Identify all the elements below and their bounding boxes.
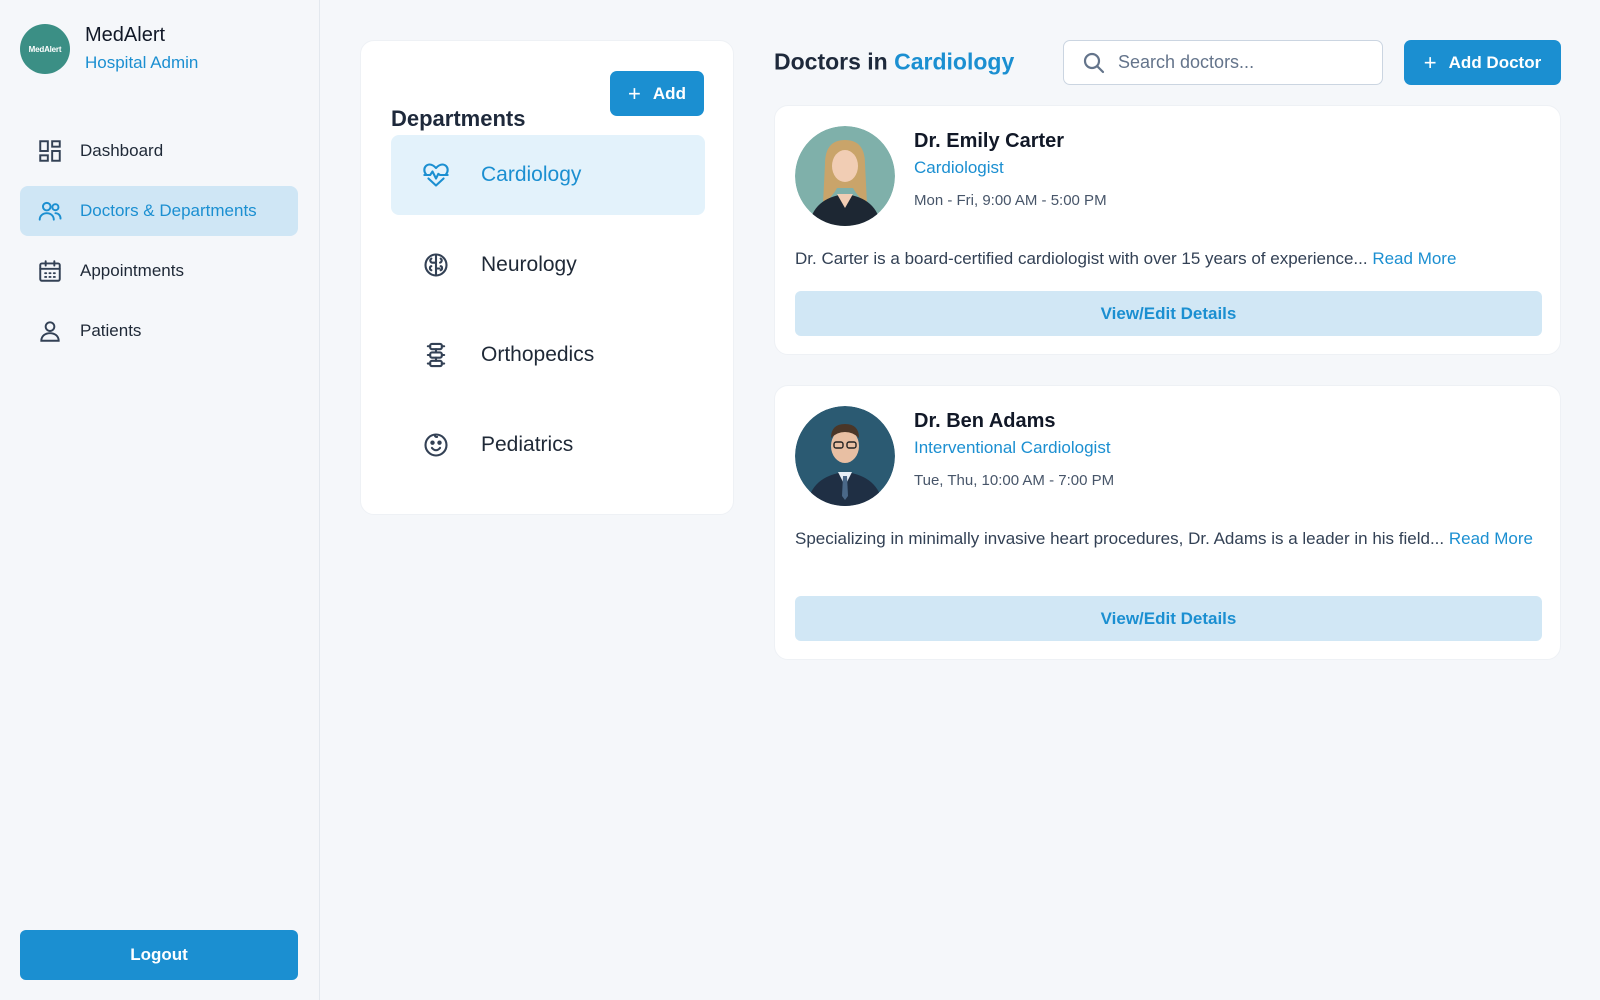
brand-name: MedAlert (85, 24, 166, 46)
doctor-hours: Mon - Fri, 9:00 AM - 5:00 PM (914, 192, 1107, 209)
department-label: Neurology (481, 253, 577, 276)
department-label: Orthopedics (481, 343, 595, 366)
sidebar-item-label: Appointments (80, 261, 184, 280)
plus-icon: + (628, 80, 641, 106)
heartbeat-icon (421, 160, 451, 190)
sidebar-nav: Dashboard Doctors & Departments Appointm… (20, 126, 298, 366)
add-doctor-button[interactable]: + Add Doctor (1404, 40, 1561, 85)
department-label: Pediatrics (481, 433, 574, 456)
department-item-neurology[interactable]: Neurology (391, 225, 705, 305)
doctor-card: Dr. Emily Carter Cardiologist Mon - Fri,… (774, 105, 1561, 355)
add-doctor-label: Add Doctor (1448, 52, 1542, 72)
smiley-face-icon (421, 430, 451, 460)
doctor-card: Dr. Ben Adams Interventional Cardiologis… (774, 385, 1561, 660)
users-icon (36, 197, 64, 225)
page-title: Doctors in Cardiology (774, 49, 1014, 76)
doctor-bio: Dr. Carter is a board-certified cardiolo… (795, 246, 1545, 272)
sidebar-item-label: Patients (80, 321, 142, 340)
doctor-hours: Tue, Thu, 10:00 AM - 7:00 PM (914, 472, 1115, 489)
brand-text: MedAlert Hospital Admin (85, 23, 198, 75)
departments-panel: Departments + Add Cardiology Neurology O… (360, 40, 734, 515)
add-department-label: Add (652, 83, 686, 103)
view-edit-details-button[interactable]: View/Edit Details (795, 596, 1542, 641)
brand-logo: MedAlert (20, 24, 70, 74)
doctor-specialty: Cardiologist (914, 158, 1004, 177)
read-more-link[interactable]: Read More (1372, 249, 1456, 268)
doctor-bio-text: Specializing in minimally invasive heart… (795, 529, 1445, 548)
search-icon (1083, 52, 1105, 73)
calendar-icon (36, 257, 64, 285)
departments-title: Departments (391, 106, 526, 131)
doctor-avatar (795, 406, 895, 506)
brand-role: Hospital Admin (85, 53, 199, 72)
search-input[interactable] (1118, 52, 1348, 73)
sidebar-item-patients[interactable]: Patients (20, 306, 298, 356)
doctor-name: Dr. Ben Adams (914, 410, 1056, 432)
view-edit-details-button[interactable]: View/Edit Details (795, 291, 1542, 336)
page-title-prefix: Doctors in (774, 48, 888, 75)
spine-icon (421, 340, 451, 370)
search-box (1063, 40, 1383, 85)
brand: MedAlert MedAlert Hospital Admin (20, 23, 198, 75)
plus-icon: + (1423, 49, 1437, 75)
sidebar-item-label: Dashboard (80, 141, 164, 160)
logout-button[interactable]: Logout (20, 930, 298, 980)
department-item-cardiology[interactable]: Cardiology (391, 135, 705, 215)
read-more-link[interactable]: Read More (1449, 529, 1533, 548)
sidebar-item-dashboard[interactable]: Dashboard (20, 126, 298, 176)
department-label: Cardiology (481, 163, 582, 186)
add-department-button[interactable]: + Add (610, 71, 704, 116)
sidebar: MedAlert MedAlert Hospital Admin Dashboa… (0, 0, 320, 1000)
department-list: Cardiology Neurology Orthopedics Pediatr… (391, 135, 705, 495)
doctor-bio-text: Dr. Carter is a board-certified cardiolo… (795, 249, 1368, 268)
sidebar-item-label: Doctors & Departments (80, 201, 257, 220)
department-item-pediatrics[interactable]: Pediatrics (391, 405, 705, 485)
department-item-orthopedics[interactable]: Orthopedics (391, 315, 705, 395)
dashboard-icon (36, 137, 64, 165)
page-title-department: Cardiology (894, 48, 1015, 75)
sidebar-item-appointments[interactable]: Appointments (20, 246, 298, 296)
doctor-bio: Specializing in minimally invasive heart… (795, 526, 1545, 552)
doctor-name: Dr. Emily Carter (914, 130, 1065, 152)
brain-icon (421, 250, 451, 280)
person-icon (36, 317, 64, 345)
doctor-avatar (795, 126, 895, 226)
sidebar-item-doctors-departments[interactable]: Doctors & Departments (20, 186, 298, 236)
doctor-specialty: Interventional Cardiologist (914, 438, 1111, 457)
